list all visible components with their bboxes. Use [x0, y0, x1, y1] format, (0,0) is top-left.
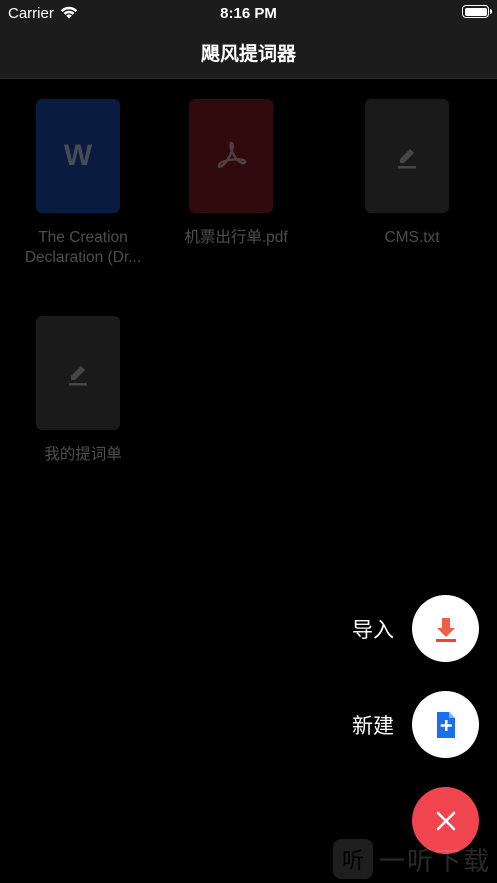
new-label: 新建 — [352, 714, 394, 738]
watermark: 听 一听下载 — [332, 839, 491, 879]
import-action[interactable]: 导入 — [352, 595, 479, 662]
word-document-icon: W — [23, 94, 143, 224]
download-icon — [435, 617, 456, 642]
document-item-word[interactable]: W The Creation Declaration (Dr... — [13, 94, 153, 268]
document-item-pdf[interactable]: 机票出行单.pdf — [166, 94, 306, 248]
battery-icon — [462, 5, 492, 18]
text-document-icon — [23, 311, 143, 441]
status-bar: Carrier 8:16 PM — [0, 0, 497, 26]
import-label: 导入 — [352, 618, 394, 642]
new-file-icon — [436, 711, 455, 738]
document-title: 机票出行单.pdf — [184, 229, 288, 246]
pdf-document-icon — [176, 94, 296, 224]
watermark-logo: 听 — [332, 839, 373, 879]
new-action[interactable]: 新建 — [352, 691, 479, 758]
document-title: CMS.txt — [384, 229, 440, 246]
watermark-text: 一听下载 — [378, 845, 491, 876]
import-button[interactable] — [412, 595, 479, 662]
text-document-icon — [352, 94, 472, 224]
new-button[interactable] — [412, 691, 479, 758]
clock: 8:16 PM — [220, 5, 277, 22]
document-title: 我的提词单 — [44, 446, 122, 463]
close-icon — [436, 811, 455, 830]
document-title: The Creation Declaration (Dr... — [24, 229, 142, 266]
page-title: 飓风提词器 — [200, 44, 296, 65]
document-item-cms[interactable]: CMS.txt — [342, 94, 482, 248]
document-item-my-list[interactable]: 我的提词单 — [13, 311, 153, 465]
navigation-bar: 飓风提词器 — [0, 26, 497, 79]
